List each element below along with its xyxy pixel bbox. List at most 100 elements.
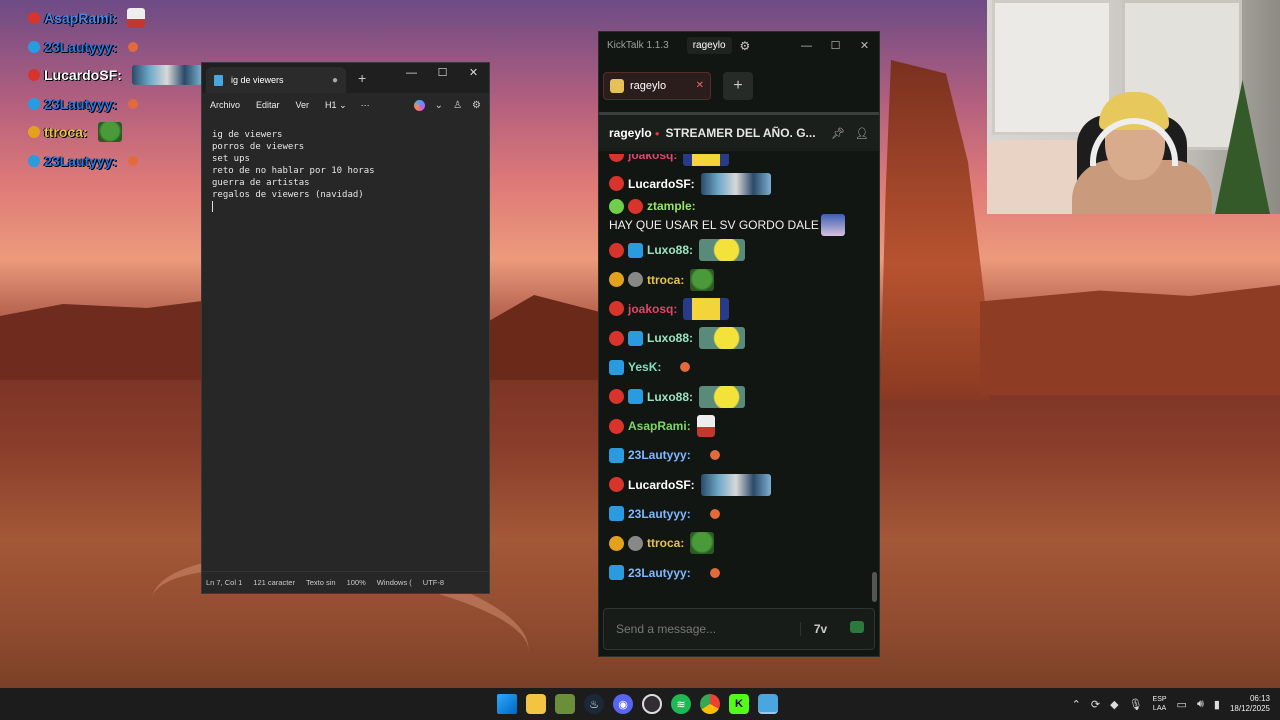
chat-username[interactable]: joakosq: bbox=[628, 302, 677, 316]
network-icon[interactable]: ▭ bbox=[1177, 698, 1187, 711]
emote-icon[interactable] bbox=[708, 449, 721, 462]
chat-message[interactable]: Luxo88: bbox=[609, 323, 871, 352]
app-icon[interactable] bbox=[555, 694, 575, 714]
start-icon[interactable] bbox=[497, 694, 517, 714]
microphone-icon[interactable]: 🎙︎ bbox=[1129, 698, 1143, 711]
status-line-ending[interactable]: Windows ( bbox=[377, 578, 419, 587]
emote-icon[interactable] bbox=[690, 268, 715, 291]
chat-message[interactable]: Luxo88: bbox=[609, 382, 871, 411]
chat-username[interactable]: YesK: bbox=[628, 360, 661, 374]
maximize-button[interactable]: ☐ bbox=[427, 63, 458, 83]
status-zoom[interactable]: 100% bbox=[347, 578, 373, 587]
emote-icon[interactable] bbox=[679, 361, 692, 374]
emote-icon[interactable] bbox=[683, 154, 730, 166]
unsaved-dot-icon[interactable]: ● bbox=[332, 75, 338, 86]
chat-username[interactable]: 23Lautyyy: bbox=[628, 448, 691, 462]
menu-view[interactable]: Ver bbox=[296, 100, 310, 110]
defender-icon[interactable]: ◆ bbox=[1110, 698, 1118, 711]
close-tab-icon[interactable]: ✕ bbox=[696, 80, 704, 91]
emote-icon[interactable] bbox=[708, 566, 721, 579]
maximize-button[interactable]: ☐ bbox=[821, 39, 850, 52]
chat-message[interactable]: YesK: bbox=[609, 353, 871, 382]
menu-file[interactable]: Archivo bbox=[210, 100, 240, 110]
emote-icon[interactable] bbox=[683, 297, 730, 320]
pin-icon[interactable]: 📌︎ bbox=[831, 127, 845, 140]
emote-icon[interactable] bbox=[820, 213, 845, 236]
file-explorer-icon[interactable] bbox=[526, 694, 546, 714]
chat-username[interactable]: Luxo88: bbox=[647, 243, 693, 257]
kick-icon[interactable]: K bbox=[729, 694, 749, 714]
chevron-down-icon[interactable]: ⌄ bbox=[435, 100, 443, 111]
chat-messages[interactable]: joakosq: LucardoSF: ztample: HAY QUE USAR E… bbox=[599, 154, 871, 604]
chat-message[interactable]: 23Lautyyy: bbox=[609, 558, 871, 587]
emote-icon[interactable] bbox=[699, 239, 746, 262]
emote-icon[interactable] bbox=[708, 507, 721, 520]
minimize-button[interactable]: — bbox=[396, 63, 427, 83]
user-icon[interactable]: 👤︎ bbox=[855, 127, 869, 140]
chat-scrollbar[interactable] bbox=[872, 572, 877, 602]
battery-icon[interactable]: ▮ bbox=[1214, 698, 1220, 711]
chat-message[interactable]: LucardoSF: bbox=[609, 470, 871, 499]
add-channel-button[interactable]: + bbox=[723, 71, 753, 100]
chat-username[interactable]: Luxo88: bbox=[647, 390, 693, 404]
chat-username[interactable]: 23Lautyyy: bbox=[628, 507, 691, 521]
current-user-button[interactable]: rageylo bbox=[686, 37, 732, 54]
emote-icon[interactable] bbox=[690, 532, 715, 555]
sync-icon[interactable]: ⟳ bbox=[1091, 698, 1100, 711]
chat-username[interactable]: LucardoSF: bbox=[628, 177, 695, 191]
discord-icon[interactable]: ◉ bbox=[613, 694, 633, 714]
chrome-icon[interactable] bbox=[700, 694, 720, 714]
obs-icon[interactable] bbox=[642, 694, 662, 714]
emote-icon[interactable] bbox=[700, 473, 771, 496]
minimize-button[interactable]: — bbox=[792, 40, 821, 52]
emote-icon[interactable] bbox=[699, 385, 746, 408]
overlay-chat-item: 23Lautyyy: bbox=[28, 33, 218, 62]
settings-gear-icon[interactable]: ⚙ bbox=[472, 100, 481, 111]
language-indicator[interactable]: ESP LAA bbox=[1153, 695, 1167, 713]
menu-edit[interactable]: Editar bbox=[256, 100, 280, 110]
chat-message[interactable]: 23Lautyyy: bbox=[609, 499, 871, 528]
account-icon[interactable]: ♙ bbox=[453, 100, 462, 111]
chat-message[interactable]: joakosq: bbox=[609, 294, 871, 323]
chat-username[interactable]: ttroca: bbox=[647, 536, 684, 550]
close-button[interactable]: ✕ bbox=[850, 39, 879, 52]
more-options-button[interactable]: ··· bbox=[361, 100, 370, 110]
chat-message[interactable]: Luxo88: bbox=[609, 236, 871, 265]
speaker-icon[interactable]: 🔊︎ bbox=[1197, 698, 1204, 711]
notepad-icon[interactable] bbox=[758, 694, 778, 714]
chat-message[interactable]: ttroca: bbox=[609, 265, 871, 294]
chat-username[interactable]: Luxo88: bbox=[647, 331, 693, 345]
kick-emote-button[interactable] bbox=[840, 620, 874, 638]
chat-username[interactable]: ttroca: bbox=[647, 273, 684, 287]
steam-icon[interactable]: ♨ bbox=[584, 694, 604, 714]
chat-message[interactable]: 23Lautyyy: bbox=[609, 441, 871, 470]
chat-username[interactable]: AsapRami: bbox=[628, 419, 691, 433]
chat-username[interactable]: LucardoSF: bbox=[628, 478, 695, 492]
emote-icon[interactable] bbox=[699, 327, 746, 350]
new-tab-button[interactable]: + bbox=[358, 70, 366, 86]
heading-dropdown[interactable]: H1 ⌄ bbox=[325, 100, 347, 111]
chat-message[interactable]: ztample: HAY QUE USAR EL SV GORDO DALE bbox=[609, 198, 871, 236]
chevron-up-icon[interactable]: ⌃ bbox=[1072, 698, 1081, 711]
copilot-icon[interactable] bbox=[413, 99, 425, 111]
settings-gear-icon[interactable]: ⚙ bbox=[740, 39, 751, 53]
chat-username[interactable]: 23Lautyyy: bbox=[628, 566, 691, 580]
clock[interactable]: 06:13 18/12/2025 bbox=[1230, 694, 1270, 714]
spotify-icon[interactable]: ≋ bbox=[671, 694, 691, 714]
status-encoding[interactable]: UTF-8 bbox=[423, 578, 451, 587]
status-format[interactable]: Texto sin bbox=[306, 578, 343, 587]
chat-message[interactable]: joakosq: bbox=[609, 154, 871, 169]
chat-message[interactable]: LucardoSF: bbox=[609, 169, 871, 198]
close-button[interactable]: ✕ bbox=[458, 63, 489, 83]
chat-username[interactable]: joakosq: bbox=[628, 154, 677, 162]
notepad-tab[interactable]: ig de viewers ● bbox=[206, 67, 346, 93]
seventv-emote-button[interactable]: 7v bbox=[800, 622, 840, 636]
chat-message[interactable]: ttroca: bbox=[609, 529, 871, 558]
channel-tab-rageylo[interactable]: rageylo ✕ bbox=[603, 71, 711, 100]
emote-icon[interactable] bbox=[700, 172, 771, 195]
emote-icon[interactable] bbox=[696, 415, 715, 438]
chat-username[interactable]: ztample: bbox=[647, 199, 696, 213]
chat-input[interactable] bbox=[604, 609, 800, 649]
chat-message[interactable]: AsapRami: bbox=[609, 411, 871, 440]
notepad-editor[interactable]: ig de viewers porros de viewers set ups ret… bbox=[202, 121, 489, 571]
